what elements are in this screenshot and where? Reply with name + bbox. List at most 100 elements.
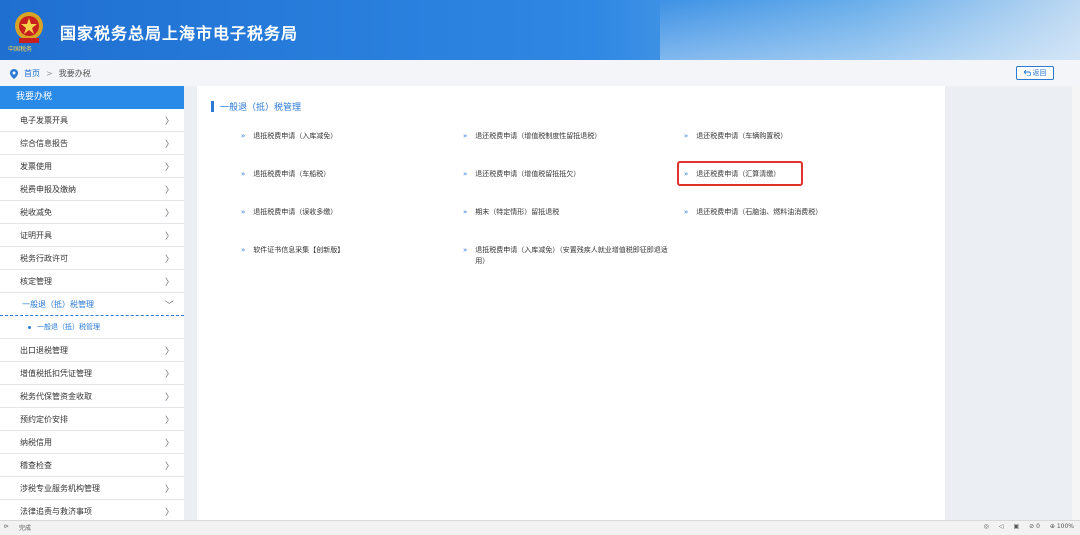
zoom-level[interactable]: ⊕ 100% xyxy=(1050,523,1074,530)
main-panel: 一般退（抵）税管理 » 退抵税费申请（入库减免） » 退还税费申请（增值税制度性留抵… xyxy=(197,86,945,520)
chevron-down-icon: 〉 xyxy=(162,299,173,309)
sidebar-item-label: 综合信息报告 xyxy=(20,138,68,148)
breadcrumb-home-link[interactable]: 首页 xyxy=(24,68,40,79)
sidebar-item[interactable]: 稽查检查 〉 xyxy=(0,454,184,477)
chevron-right-icon: 〉 xyxy=(164,208,174,219)
location-pin-icon xyxy=(10,68,18,79)
function-link[interactable]: » 软件证书信息采集【创新版】 xyxy=(241,245,441,256)
sidebar-item-label: 稽查检查 xyxy=(20,460,52,470)
chevron-right-icon: 〉 xyxy=(164,231,174,242)
sidebar-item[interactable]: 核定管理 〉 xyxy=(0,270,184,293)
block-count-value: 0 xyxy=(1036,523,1040,530)
sidebar-item[interactable]: 预约定价安排 〉 xyxy=(0,408,184,431)
function-link-label: 退抵税费申请（车船税） xyxy=(253,170,331,178)
chevron-right-icon: 〉 xyxy=(164,415,174,426)
sidebar-item[interactable]: 电子发票开具 〉 xyxy=(0,109,184,132)
sidebar-subitem-label: 一般退（抵）税管理 xyxy=(37,323,100,331)
sidebar-item-label: 增值税抵扣凭证管理 xyxy=(20,368,92,378)
double-arrow-icon: » xyxy=(463,246,468,254)
sidebar-item[interactable]: 综合信息报告 〉 xyxy=(0,132,184,155)
function-link-label: 退还税费申请（车辆购置税） xyxy=(696,132,788,140)
emblem-caption: 中国税务 xyxy=(8,46,33,53)
sidebar-item-label: 涉税专业服务机构管理 xyxy=(20,483,100,493)
chevron-right-icon: 〉 xyxy=(164,185,174,196)
sidebar-item-label: 预约定价安排 xyxy=(20,414,68,424)
function-link[interactable]: » 退还税费申请（增值税制度性留抵退税） xyxy=(463,131,673,142)
sidebar-item[interactable]: 法律追责与救济事项 〉 xyxy=(0,500,184,520)
sidebar-item-label: 税费申报及缴纳 xyxy=(20,184,76,194)
sidebar-item[interactable]: 税收减免 〉 xyxy=(0,201,184,224)
sidebar-item-label: 纳税信用 xyxy=(20,437,52,447)
sidebar-item[interactable]: 税务代保管资金收取 〉 xyxy=(0,385,184,408)
function-link[interactable]: » 退抵税费申请（入库减免）（安置残疾人就业增值税即征即退适用） xyxy=(463,245,673,267)
zoom-value: 100% xyxy=(1056,523,1074,530)
sidebar: 我要办税 电子发票开具〉 综合信息报告〉 发票使用〉 税费申报及缴纳〉 税收减免… xyxy=(0,86,184,520)
double-arrow-icon: » xyxy=(463,132,468,140)
sidebar-item[interactable]: 税费申报及缴纳 〉 xyxy=(0,178,184,201)
download-icon[interactable]: ▣ xyxy=(1013,523,1019,530)
back-button[interactable]: 返回 xyxy=(1016,66,1054,80)
sidebar-item[interactable]: 纳税信用 〉 xyxy=(0,431,184,454)
header-decoration xyxy=(660,0,1080,60)
sidebar-item[interactable]: 出口退税管理 〉 xyxy=(0,339,184,362)
sidebar-item[interactable]: 发票使用 〉 xyxy=(0,155,184,178)
double-arrow-icon: » xyxy=(684,132,689,140)
breadcrumb: 首页 > 我要办税 xyxy=(10,68,91,79)
chevron-right-icon: 〉 xyxy=(164,116,174,127)
title-accent-bar xyxy=(211,101,214,112)
sidebar-item[interactable]: 税务行政许可 〉 xyxy=(0,247,184,270)
sidebar-item-label: 核定管理 xyxy=(20,276,52,286)
function-link-label: 退还税费申请（增值税制度性留抵退税） xyxy=(475,132,602,140)
site-title: 国家税务总局上海市电子税务局 xyxy=(60,24,299,43)
sidebar-item-label: 电子发票开具 xyxy=(20,115,68,125)
block-icon: ⊘ xyxy=(1029,523,1035,530)
function-link-label: 退还税费申请（增值税留抵抵欠） xyxy=(475,170,581,178)
tax-emblem-icon xyxy=(15,12,43,43)
double-arrow-icon: » xyxy=(463,170,468,178)
function-link-label: 退还税费申请（石脑油、燃料油消费税） xyxy=(696,208,823,216)
double-arrow-icon: » xyxy=(463,208,468,216)
function-link[interactable]: » 期末（特定情形）留抵退税 xyxy=(463,207,673,218)
function-link[interactable]: » 退抵税费申请（车船税） xyxy=(241,169,441,180)
chevron-right-icon: 〉 xyxy=(164,392,174,403)
chevron-right-icon: 〉 xyxy=(164,484,174,495)
function-link-label: 退抵税费申请（入库减免） xyxy=(253,132,338,140)
function-link[interactable]: » 退抵税费申请（误收多缴） xyxy=(241,207,441,218)
sidebar-item-expanded[interactable]: 一般退（抵）税管理 〉 xyxy=(0,293,184,316)
status-text: 完成 xyxy=(19,525,32,532)
shield-check-icon[interactable]: ◎ xyxy=(984,523,989,530)
sidebar-subitem-active[interactable]: 一般退（抵）税管理 xyxy=(0,316,184,339)
sidebar-item-label: 法律追责与救济事项 xyxy=(20,506,92,516)
status-right: ◎ ◁ ▣ ⊘ 0 ⊕ 100% xyxy=(984,523,1074,530)
chevron-right-icon: 〉 xyxy=(164,461,174,472)
page-toggle-icon[interactable]: ⊳ xyxy=(4,523,9,532)
chevron-right-icon: 〉 xyxy=(164,438,174,449)
chevron-right-icon: 〉 xyxy=(164,162,174,173)
zoom-icon: ⊕ xyxy=(1049,523,1055,530)
function-link[interactable]: » 退还税费申请（增值税留抵抵欠） xyxy=(463,169,673,180)
double-arrow-icon: » xyxy=(241,208,246,216)
double-arrow-icon: » xyxy=(241,132,246,140)
block-count[interactable]: ⊘ 0 xyxy=(1029,523,1040,530)
double-arrow-icon: » xyxy=(684,208,689,216)
chevron-right-icon: 〉 xyxy=(164,507,174,518)
function-link[interactable]: » 退还税费申请（车辆购置税） xyxy=(684,131,904,142)
breadcrumb-bar: 首页 > 我要办税 返回 xyxy=(0,60,1080,86)
sidebar-item[interactable]: 证明开具 〉 xyxy=(0,224,184,247)
page-scrollbar[interactable] xyxy=(1072,86,1080,520)
chevron-right-icon: 〉 xyxy=(164,254,174,265)
double-arrow-icon: » xyxy=(241,246,246,254)
function-link[interactable]: » 退抵税费申请（入库减免） xyxy=(241,131,441,142)
chevron-right-icon: 〉 xyxy=(164,346,174,357)
status-left: ⊳ 完成 xyxy=(4,523,31,532)
panel-title-text: 一般退（抵）税管理 xyxy=(220,103,302,113)
speaker-icon[interactable]: ◁ xyxy=(999,523,1004,530)
sidebar-item[interactable]: 增值税抵扣凭证管理 〉 xyxy=(0,362,184,385)
return-arrow-icon xyxy=(1023,70,1031,76)
double-arrow-icon: » xyxy=(241,170,246,178)
back-button-label: 返回 xyxy=(1032,69,1047,77)
breadcrumb-current: 我要办税 xyxy=(58,69,91,78)
function-link[interactable]: » 退还税费申请（石脑油、燃料油消费税） xyxy=(684,207,914,218)
browser-status-bar: ⊳ 完成 ◎ ◁ ▣ ⊘ 0 ⊕ 100% xyxy=(0,520,1080,535)
sidebar-item[interactable]: 涉税专业服务机构管理 〉 xyxy=(0,477,184,500)
